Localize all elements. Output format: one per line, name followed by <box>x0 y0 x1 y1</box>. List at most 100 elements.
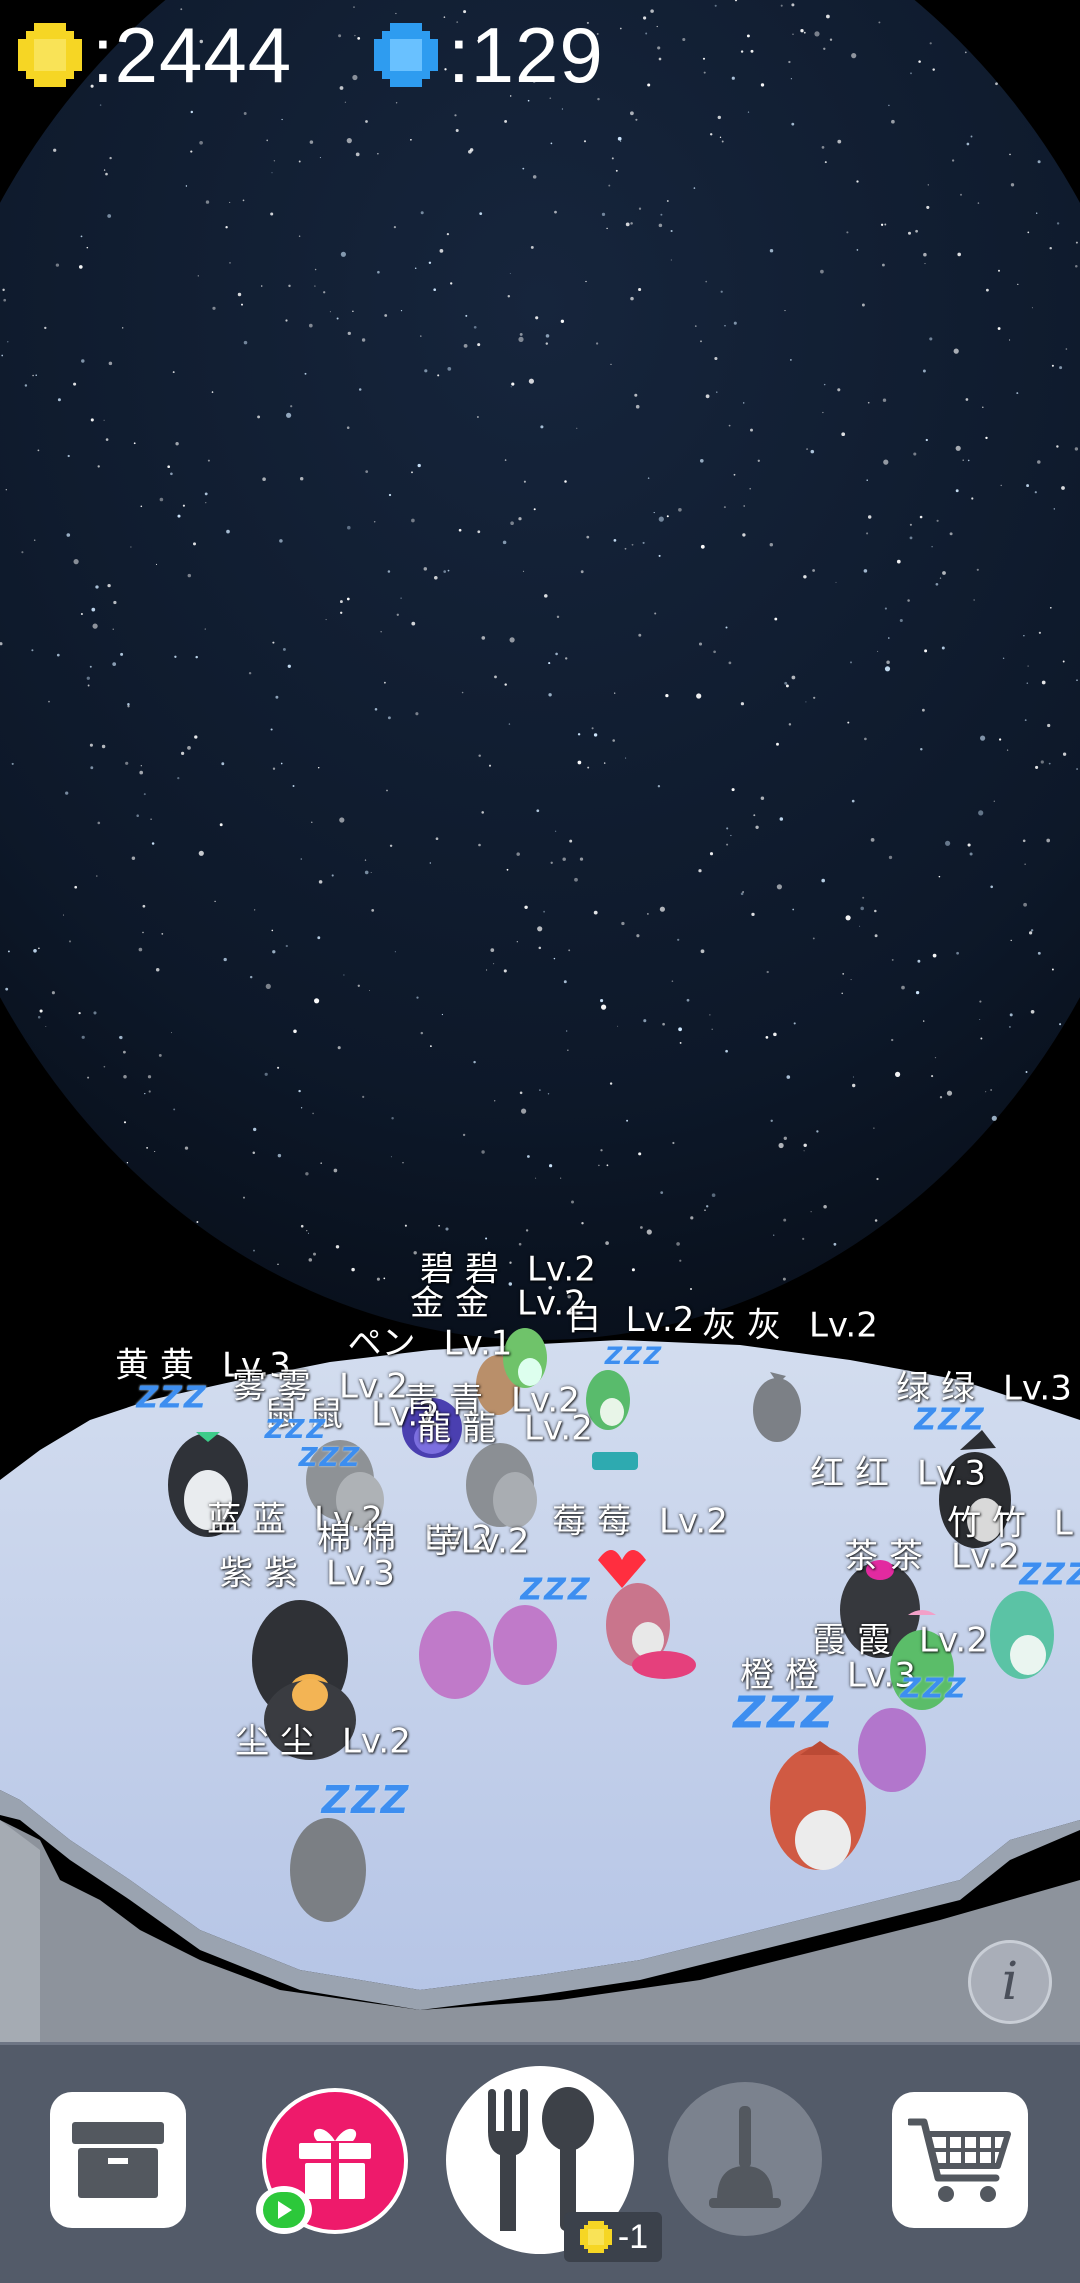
star <box>547 1093 550 1095</box>
star <box>211 391 214 393</box>
star <box>56 653 60 657</box>
star <box>346 138 352 144</box>
star <box>866 532 869 535</box>
star <box>550 142 553 145</box>
star <box>122 327 124 329</box>
star <box>107 583 111 588</box>
star <box>277 1263 279 1265</box>
star <box>241 303 243 306</box>
star <box>793 1022 796 1025</box>
star <box>1037 951 1041 955</box>
star <box>108 361 113 366</box>
star <box>537 926 543 932</box>
sleep-indicator: ZZZ <box>604 1342 664 1370</box>
star <box>300 858 303 860</box>
sleep-indicator: ZZZ <box>321 1778 411 1822</box>
star <box>447 569 450 572</box>
star <box>272 767 276 770</box>
star <box>711 1028 713 1031</box>
star <box>926 205 930 209</box>
shop-button[interactable] <box>892 2092 1028 2228</box>
game-scene[interactable] <box>0 0 1080 2280</box>
star <box>605 1241 609 1245</box>
star <box>571 1200 574 1204</box>
star <box>1036 212 1038 214</box>
star <box>81 1035 85 1039</box>
star <box>1062 752 1067 756</box>
star <box>311 821 313 823</box>
star <box>376 1277 380 1281</box>
star <box>728 424 731 427</box>
star <box>320 1162 322 1164</box>
star <box>888 855 893 860</box>
star <box>365 470 369 473</box>
star <box>967 843 971 847</box>
star <box>1030 1009 1035 1014</box>
star <box>288 284 291 288</box>
star <box>813 696 816 699</box>
storage-button[interactable] <box>50 2092 186 2228</box>
star <box>443 570 447 573</box>
star <box>1000 484 1002 487</box>
star <box>700 340 702 343</box>
star <box>970 135 973 138</box>
star <box>35 374 37 376</box>
star <box>5 987 9 991</box>
star <box>690 1216 694 1220</box>
play-video-icon <box>263 2192 305 2228</box>
star <box>207 459 210 462</box>
label-longlong: 龍 龍 Lv.2 <box>417 1408 593 1449</box>
star <box>562 857 566 861</box>
star <box>538 946 542 950</box>
star <box>766 970 769 974</box>
star <box>709 1014 711 1016</box>
star <box>193 542 196 546</box>
star <box>265 983 271 990</box>
star <box>204 492 208 496</box>
star <box>949 532 953 536</box>
info-button[interactable]: i <box>968 1940 1052 2024</box>
star <box>631 543 634 546</box>
star <box>746 34 750 38</box>
star <box>874 1219 878 1222</box>
star <box>226 529 230 534</box>
star <box>997 327 1001 330</box>
star <box>314 285 316 287</box>
star <box>101 744 106 749</box>
star <box>625 222 630 227</box>
star <box>478 843 481 847</box>
star <box>120 652 124 656</box>
star <box>446 232 450 236</box>
star <box>1049 606 1052 609</box>
star <box>932 68 935 71</box>
star <box>672 1141 675 1145</box>
star <box>820 269 824 274</box>
star <box>965 398 969 401</box>
star <box>785 684 789 688</box>
star <box>533 508 536 511</box>
star <box>353 6 355 8</box>
star <box>358 388 362 391</box>
star <box>670 229 673 233</box>
label-zizi: 紫 紫 Lv.3 <box>219 1553 395 1594</box>
star <box>598 1164 600 1167</box>
star <box>530 245 534 249</box>
star <box>936 519 939 522</box>
star <box>133 442 136 445</box>
clean-button[interactable] <box>668 2082 822 2236</box>
star <box>595 342 599 345</box>
star <box>1024 719 1027 721</box>
archive-box-icon <box>72 2122 164 2198</box>
video-ad-button[interactable] <box>256 2186 312 2234</box>
star <box>55 263 60 267</box>
star <box>859 925 861 927</box>
star <box>1056 445 1059 448</box>
label-pen: ペン Lv.1 <box>347 1323 513 1364</box>
star <box>678 507 682 512</box>
star <box>237 292 242 297</box>
star <box>884 607 887 610</box>
star <box>743 505 746 507</box>
star <box>792 908 795 911</box>
star <box>346 426 350 429</box>
star <box>97 821 101 825</box>
